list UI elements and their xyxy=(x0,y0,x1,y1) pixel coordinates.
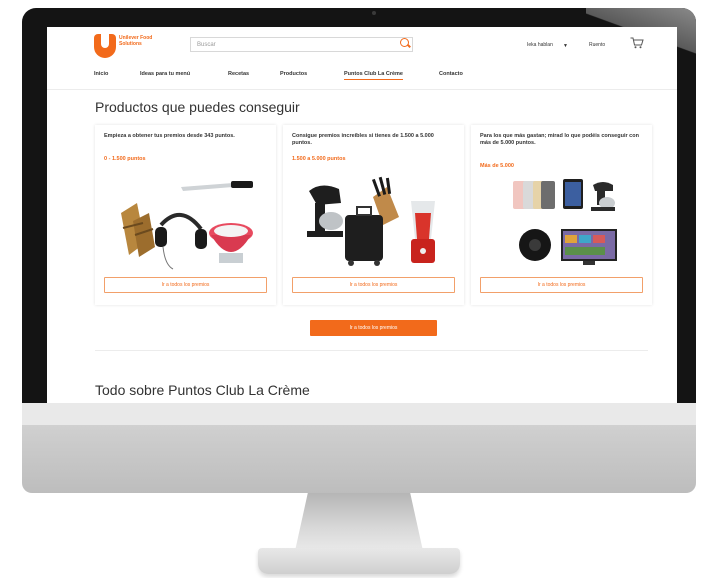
card-description: Para los que más gastan; mirad lo que po… xyxy=(480,133,639,146)
logo-icon[interactable] xyxy=(94,34,116,58)
site-header: Unilever Food Solutions Buscar Ieka habl… xyxy=(47,27,677,63)
card-all-rewards-button[interactable]: Ir a todos los premios xyxy=(104,277,267,293)
login-link[interactable]: Ruento xyxy=(589,42,605,48)
monitor-chin-highlight xyxy=(22,403,696,425)
card-all-rewards-button[interactable]: Ir a todos los premios xyxy=(292,277,455,293)
nav-item-recetas[interactable]: Recetas xyxy=(228,71,249,77)
cart-icon[interactable] xyxy=(630,37,644,49)
search-icon[interactable] xyxy=(400,38,409,47)
nav-item-inicio[interactable]: Inicio xyxy=(94,71,108,77)
nav-item-ideas[interactable]: Ideas para tu menú xyxy=(140,71,190,77)
rewards-tier-1-image xyxy=(121,181,253,270)
reward-card-tier-2: Consigue premios increíbles si tienes de… xyxy=(283,125,464,305)
screen: Unilever Food Solutions Buscar Ieka habl… xyxy=(47,27,677,403)
language-selector[interactable]: Ieka hablan xyxy=(527,42,553,48)
nav-item-productos[interactable]: Productos xyxy=(280,71,307,77)
card-description: Consigue premios increíbles si tienes de… xyxy=(292,133,434,146)
card-points-range: 0 - 1.500 puntos xyxy=(104,156,146,162)
monitor-stand-neck xyxy=(295,493,423,551)
card-description: Empieza a obtener tus premios desde 343 … xyxy=(104,133,235,139)
card-points-range: 1.500 a 5.000 puntos xyxy=(292,156,346,162)
nav-item-contacto[interactable]: Contacto xyxy=(439,71,463,77)
monitor-stand-base xyxy=(258,548,460,574)
section-divider xyxy=(95,350,648,351)
search-input[interactable]: Buscar xyxy=(190,37,413,52)
reward-card-tier-3: Para los que más gastan; mirad lo que po… xyxy=(471,125,652,305)
rewards-tier-3-image xyxy=(513,179,617,265)
card-all-rewards-button[interactable]: Ir a todos los premios xyxy=(480,277,643,293)
reward-card-tier-1: Empieza a obtener tus premios desde 343 … xyxy=(95,125,276,305)
all-rewards-button[interactable]: Ir a todos los premios xyxy=(310,320,437,336)
logo-text[interactable]: Unilever Food Solutions xyxy=(119,35,171,47)
rewards-tier-2-image xyxy=(307,176,435,266)
card-points-range: Más de 5.000 xyxy=(480,163,514,169)
camera-icon xyxy=(372,11,376,15)
page-title: Productos que puedes conseguir xyxy=(95,99,300,115)
nav-divider xyxy=(47,89,677,90)
chevron-down-icon[interactable]: ▼ xyxy=(563,43,568,49)
section-title: Todo sobre Puntos Club La Crème xyxy=(95,382,310,398)
nav-item-puntos-club[interactable]: Puntos Club La Crème xyxy=(344,71,403,80)
